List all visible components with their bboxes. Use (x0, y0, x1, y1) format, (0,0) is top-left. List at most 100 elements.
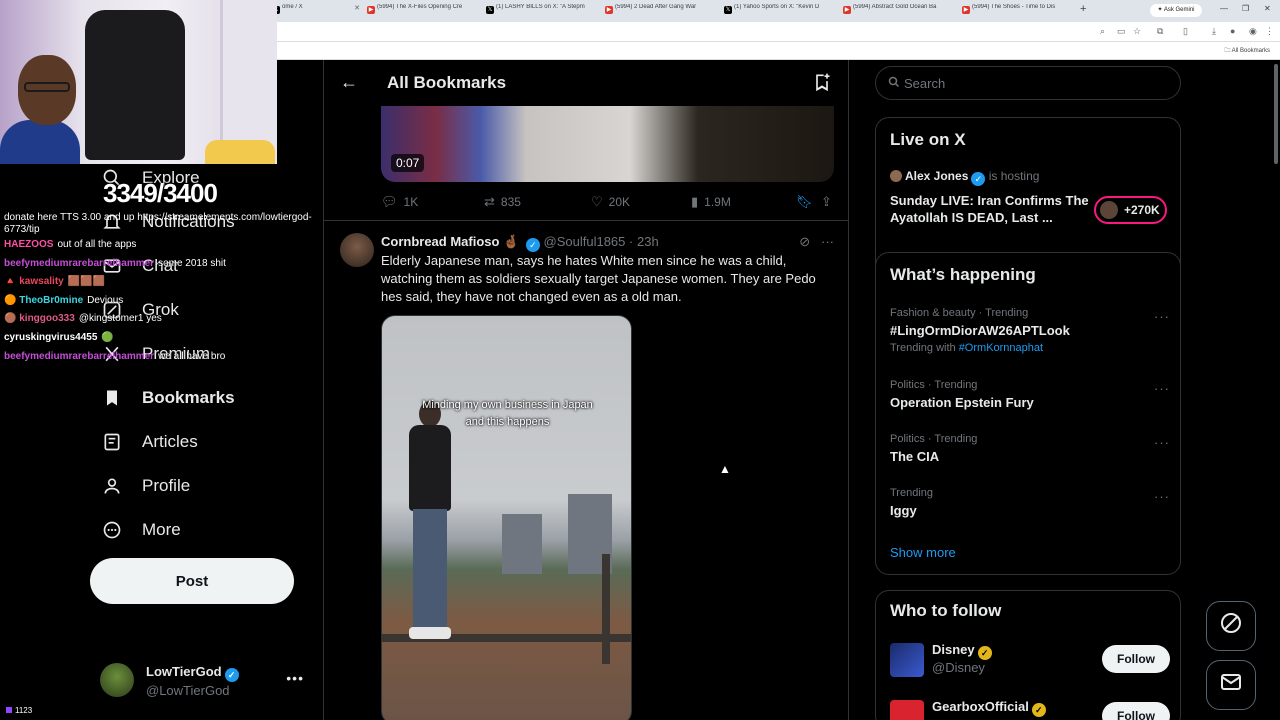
bookmark-button[interactable]: 🔖︎ (796, 194, 813, 210)
browser-tab[interactable]: 𝕏 (1) LASHY BILLS on X: "A Stepm (484, 4, 596, 18)
scrollbar[interactable] (1272, 60, 1280, 720)
author-name[interactable]: Cornbread Mafioso (381, 234, 499, 249)
messages-floating-button[interactable] (1206, 660, 1256, 710)
grok-icon[interactable]: ⊘ (799, 234, 810, 249)
nav-bookmarks[interactable]: Bookmarks (100, 378, 235, 418)
avatar[interactable] (340, 233, 374, 267)
tweet[interactable]: Cornbread Mafioso 🤞🏾 ✓ @Soulful1865 · 23… (324, 221, 848, 720)
chat-text: @kingstomer1 yes (78, 313, 162, 325)
follow-suggestion[interactable]: GearboxOfficial ✓ Follow (890, 698, 1170, 720)
trend-item[interactable]: Politics · Trending Operation Epstein Fu… (890, 379, 1170, 410)
all-bookmarks-folder[interactable]: 🗀 All Bookmarks (1224, 46, 1270, 56)
cast-icon[interactable]: ▭ (1117, 26, 1126, 37)
previous-tweet-video[interactable]: 0:07 (381, 106, 834, 182)
chat-user: HAEZOOS (4, 239, 54, 250)
tab-title: (5994) The X-Files Opening Cre (377, 4, 463, 10)
share-button[interactable]: ⇪ (821, 194, 832, 210)
all-bookmarks-label: All Bookmarks (1231, 48, 1270, 54)
browser-tab[interactable]: ▶ (5994) 2 Dead After Gang War (603, 4, 715, 18)
browser-tab[interactable]: ▶ (5994) The X-Files Opening Cre (365, 4, 477, 18)
follow-suggestion[interactable]: Disney ✓ @Disney Follow (890, 641, 1170, 681)
tweet-text: Elderly Japanese man, says he hates Whit… (381, 253, 816, 304)
trend-item[interactable]: Trending Iggy ··· (890, 487, 1170, 518)
hosting-label: is hosting (988, 169, 1040, 183)
trend-item[interactable]: Fashion & beauty · Trending #LingOrmDior… (890, 307, 1170, 354)
nav-articles[interactable]: Articles (100, 422, 198, 462)
verified-badge-icon: ✓ (525, 238, 540, 252)
tweet-time[interactable]: 23h (637, 234, 659, 249)
star-icon[interactable]: ☆ (1133, 26, 1141, 37)
minimize-icon[interactable]: — (1220, 4, 1228, 13)
trend-item[interactable]: Politics · Trending The CIA ··· (890, 433, 1170, 464)
tweet-video[interactable]: Minding my own business in Japan and thi… (381, 315, 632, 720)
trend-meta: Politics · Trending (890, 379, 978, 391)
author-handle[interactable]: @Soulful1865 (544, 234, 626, 249)
account-handle: @LowTierGod (146, 683, 230, 698)
follow-button[interactable]: Follow (1102, 702, 1170, 720)
add-bookmark-folder-icon[interactable] (812, 72, 832, 97)
nav-more[interactable]: More (100, 510, 181, 550)
chat-text: out of all the apps (57, 239, 137, 250)
repost-button[interactable]: ⇄ 835 (484, 194, 521, 210)
youtube-favicon-icon: ▶ (605, 6, 613, 14)
chat-message: 🔺 kawsality 🟫🟫🟫 (4, 273, 344, 292)
live-host[interactable]: Alex Jones ✓ is hosting (890, 169, 1039, 186)
views-button[interactable]: ▮ 1.9M (691, 194, 731, 210)
show-more-link[interactable]: Show more (890, 545, 956, 560)
post-button[interactable]: Post (90, 558, 294, 604)
chat-badge-icon: 🟤 (4, 313, 17, 325)
search-input[interactable] (904, 67, 1164, 99)
more-dots-icon[interactable]: ••• (286, 670, 304, 686)
browser-tab[interactable]: 𝕏 ome / X ✕ (270, 4, 360, 18)
follow-button[interactable]: Follow (1102, 645, 1170, 673)
avatar[interactable]: ◉ (1249, 26, 1257, 37)
new-tab-icon[interactable]: + (1080, 3, 1086, 15)
chat-message: 🟠 TheoBr0mine Devious (4, 292, 344, 311)
extension-icon[interactable]: ⧉ (1157, 26, 1163, 37)
maximize-icon[interactable]: ❐ (1242, 4, 1249, 13)
tab-close-icon[interactable]: ✕ (354, 4, 360, 12)
trending-hashtag-link[interactable]: #OrmKornnaphat (959, 342, 1043, 354)
scrollbar-thumb[interactable] (1274, 64, 1278, 164)
more-dots-icon[interactable]: ··· (1154, 435, 1170, 450)
chat-message: cyruskingvirus4455 🟢 (4, 329, 344, 348)
like-button[interactable]: ♡ 20K (591, 194, 630, 210)
account-name-row: LowTierGod ✓ (146, 664, 239, 682)
live-listener-count[interactable]: +270K (1094, 196, 1167, 224)
reply-button[interactable]: 💬︎ 1K (381, 194, 418, 210)
video-duration: 0:07 (391, 154, 425, 172)
browser-tab[interactable]: 𝕏 (1) Yahoo Sports on X: "Kevin D (722, 4, 834, 18)
analytics-icon: ▮ (691, 194, 699, 209)
menu-icon[interactable]: ⋮ (1265, 26, 1274, 37)
live-title[interactable]: Sunday LIVE: Iran Confirms The Ayatollah… (890, 192, 1090, 226)
person-icon (100, 474, 124, 498)
profile-icon[interactable]: ● (1230, 26, 1235, 36)
ask-gemini-button[interactable]: ✦ Ask Gemini (1150, 4, 1202, 17)
trending-with-label: Trending with (890, 342, 956, 354)
close-window-icon[interactable]: ✕ (1264, 4, 1271, 13)
chat-message: beefymediumrarebarrelhammer some 2018 shi… (4, 255, 344, 274)
chat-message: 🟤 kinggoo333 @kingstomer1 yes (4, 310, 344, 329)
more-dots-icon[interactable]: ··· (1154, 489, 1170, 504)
suggestion-name-row: GearboxOfficial ✓ (932, 699, 1046, 717)
more-dots-icon[interactable]: ··· (1154, 309, 1170, 324)
emoji-icon: 🤞🏾 (503, 234, 520, 249)
heart-icon: ♡ (591, 194, 603, 209)
suggestion-name: GearboxOfficial (932, 699, 1029, 714)
account-switcher[interactable]: LowTierGod ✓ @LowTierGod ••• (100, 660, 310, 704)
browser-tab[interactable]: ▶ (5994) Abstract Gold Ocean Ba (841, 4, 953, 18)
tweet-header-icons: ⊘ ··· (799, 234, 834, 250)
browser-tab[interactable]: ▶ (5994) The Shoes - Time to Dis (960, 4, 1072, 18)
download-icon[interactable]: ⤓ (1212, 26, 1216, 37)
chat-user: TheoBr0mine (19, 294, 84, 306)
more-dots-icon[interactable]: ··· (821, 234, 834, 249)
sidepanel-icon[interactable]: ▯ (1183, 26, 1188, 37)
reply-icon: 💬︎ (381, 194, 398, 209)
grok-floating-button[interactable] (1206, 601, 1256, 651)
search-box[interactable] (875, 66, 1181, 100)
more-dots-icon[interactable]: ··· (1154, 381, 1170, 396)
back-arrow-icon[interactable]: ← (340, 72, 358, 93)
nav-profile[interactable]: Profile (100, 466, 190, 506)
zoom-icon[interactable]: ⌕ (1100, 26, 1105, 37)
trend-meta: Fashion & beauty · Trending (890, 307, 1029, 319)
